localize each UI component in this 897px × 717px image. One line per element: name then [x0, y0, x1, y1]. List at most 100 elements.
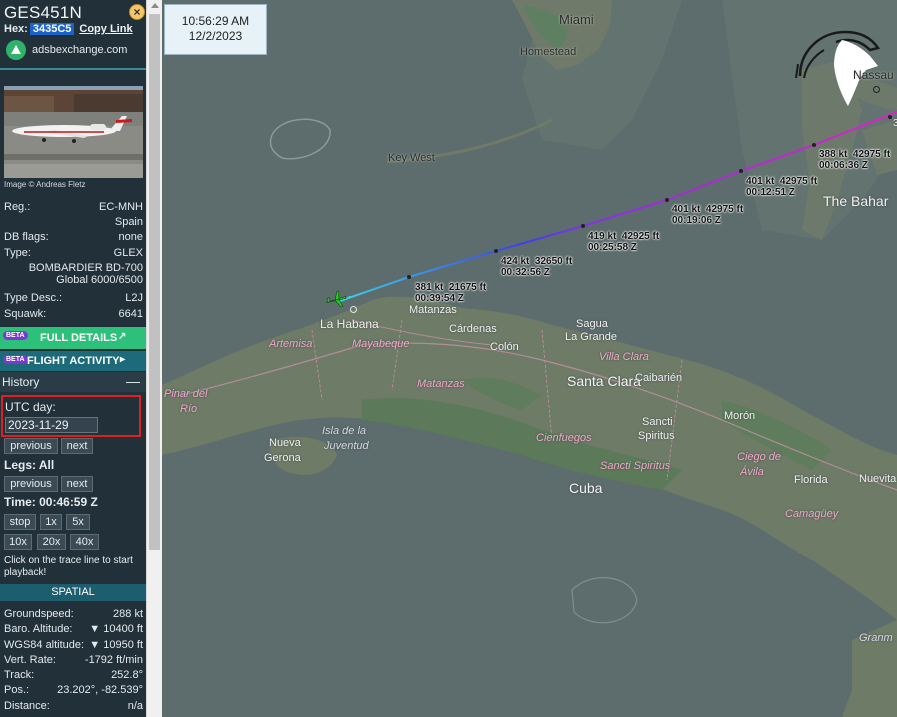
aircraft-info-sidebar: GES451N × Hex: 3435C5 Copy Link adsbexchan…: [0, 0, 146, 717]
map-label-artemisa: Artemisa: [269, 338, 313, 350]
country-value: Spain: [114, 216, 143, 228]
clock-date: 12/2/2023: [188, 29, 243, 43]
map-label-nuevita: Nuevita: [859, 473, 897, 485]
legs-label: Legs: All: [4, 458, 55, 472]
pos-value: 23.202°, -82.539°: [57, 684, 143, 696]
map-label-sancti-prov: Sancti Spiritus: [600, 460, 671, 472]
pos-label: Pos.:: [4, 684, 30, 696]
vrate-label: Vert. Rate:: [4, 654, 56, 666]
track-label: 419 kt 42925 ft 00:25:58 Z: [588, 231, 660, 253]
map-label-nueva-1: Nueva: [269, 437, 301, 449]
distance-value: n/a: [127, 700, 143, 712]
history-title: History: [2, 375, 40, 389]
brand-link[interactable]: adsbexchange.com: [6, 40, 127, 60]
map-label-edge: 3: [893, 118, 897, 129]
history-header[interactable]: History —: [0, 372, 146, 392]
map-label-colon: Colón: [490, 341, 519, 353]
map-label-ciego-2: Ávila: [740, 466, 764, 478]
track-label: 424 kt 32650 ft 00:32:56 Z: [501, 256, 573, 278]
map-label-nassau: Nassau: [853, 68, 894, 82]
hex-value[interactable]: 3435C5: [29, 23, 75, 35]
day-next-button[interactable]: next: [61, 438, 93, 454]
full-details-label: FULL DETAILS: [40, 332, 118, 344]
city-marker-icon: [873, 86, 880, 93]
stop-button[interactable]: stop: [4, 514, 36, 530]
utc-day-input[interactable]: 2023-11-29: [5, 417, 98, 433]
wgs-value: ▼ 10950 ft: [89, 639, 143, 651]
beta-badge: BETA: [3, 355, 28, 364]
leg-next-button[interactable]: next: [61, 476, 93, 492]
track-point-marker[interactable]: [812, 143, 816, 147]
map-view[interactable]: Miami Homestead Key West Nassau The Baha…: [162, 0, 897, 717]
track-label: 401 kt 42975 ft 00:12:51 Z: [746, 176, 818, 198]
speed-5x-button[interactable]: 5x: [66, 514, 90, 530]
reg-value[interactable]: EC-MNH: [99, 201, 143, 213]
callsign-title[interactable]: GES451N: [4, 3, 82, 23]
speed-40x-button[interactable]: 40x: [70, 534, 99, 550]
squawk-label: Squawk:: [4, 308, 47, 320]
map-label-santa-clara: Santa Clara: [567, 373, 641, 389]
airplane-icon[interactable]: [325, 290, 347, 310]
flight-activity-label: FLIGHT ACTIVITY: [27, 355, 120, 367]
map-label-la-habana: La Habana: [320, 317, 379, 331]
track-point-marker[interactable]: [888, 115, 892, 119]
city-marker-icon: [350, 306, 357, 313]
model-line2: Global 6000/6500: [56, 274, 143, 286]
adsbx-logo-icon: [6, 40, 26, 60]
clock-panel: 10:56:29 AM 12/2/2023: [164, 4, 267, 55]
squawk-value: 6641: [118, 308, 143, 320]
spatial-header[interactable]: SPATIAL: [0, 584, 146, 601]
track-point-marker[interactable]: [665, 198, 669, 202]
speed-20x-button[interactable]: 20x: [37, 534, 66, 550]
flight-activity-button[interactable]: BETA FLIGHT ACTIVITY ▸: [0, 351, 146, 371]
full-details-button[interactable]: BETA FULL DETAILS ↗: [0, 327, 146, 349]
track-point-marker[interactable]: [739, 169, 743, 173]
reg-label: Reg.:: [4, 201, 31, 213]
track-point-marker[interactable]: [581, 224, 585, 228]
map-label-la-grande: La Grande: [565, 331, 617, 343]
track-point-marker[interactable]: [407, 275, 411, 279]
map-label-key-west: Key West: [388, 152, 435, 164]
map-label-florida: Florida: [794, 474, 828, 486]
leg-previous-button[interactable]: previous: [4, 476, 58, 492]
map-label-matanzas-prov: Matanzas: [417, 378, 465, 390]
speed-1x-button[interactable]: 1x: [40, 514, 62, 530]
map-label-bahamas: The Bahar: [823, 193, 889, 209]
map-label-cardenas: Cárdenas: [449, 323, 497, 335]
copy-link[interactable]: Copy Link: [79, 23, 132, 35]
track-label: 401 kt 42975 ft 00:19:06 Z: [672, 204, 744, 226]
collapse-icon[interactable]: —: [126, 373, 140, 389]
hex-row: Hex: 3435C5 Copy Link: [4, 23, 133, 35]
map-label-caibarien: Caibarién: [635, 372, 683, 384]
track-label: 388 kt 42975 ft 00:06:36 Z: [819, 149, 891, 171]
dbflags-value: none: [118, 231, 143, 243]
type-value: GLEX: [113, 247, 143, 259]
track-point-marker[interactable]: [494, 249, 498, 253]
close-icon[interactable]: ×: [129, 4, 145, 20]
map-label-moron: Morón: [724, 410, 756, 422]
day-previous-button[interactable]: previous: [4, 438, 58, 454]
sidebar-scrollbar[interactable]: [146, 0, 162, 717]
map-label-ciego-1: Ciego de: [737, 451, 782, 463]
vrate-value: -1792 ft/min: [84, 654, 143, 666]
utc-day-section: UTC day: 2023-11-29: [1, 395, 141, 437]
map-label-pinar-1: Pinar del: [164, 388, 208, 400]
typedesc-label: Type Desc.:: [4, 292, 63, 304]
map-label-camaguey: Camagüey: [785, 508, 839, 520]
image-credit: Image © Andreas Fletz: [4, 180, 86, 189]
speed-10x-button[interactable]: 10x: [4, 534, 32, 550]
typedesc-value: L2J: [125, 292, 143, 304]
playback-hint: Click on the trace line to start playbac…: [4, 555, 133, 578]
map-label-granm: Granm: [859, 632, 893, 644]
playback-time: Time: 00:46:59 Z: [4, 495, 98, 509]
track-value: 252.8°: [111, 669, 143, 681]
aircraft-photo[interactable]: [4, 86, 143, 178]
map-label-sancti-2: Spiritus: [638, 430, 675, 442]
track-label: 381 kt 21675 ft 00:39:54 Z: [415, 282, 487, 304]
scroll-thumb[interactable]: [149, 14, 160, 550]
map-label-pinar-2: Río: [180, 403, 198, 415]
map-label-cuba: Cuba: [569, 480, 603, 496]
dbflags-label: DB flags:: [4, 231, 49, 243]
scroll-up-icon[interactable]: [151, 3, 159, 8]
map-label-isla-1: Isla de la: [322, 425, 367, 437]
